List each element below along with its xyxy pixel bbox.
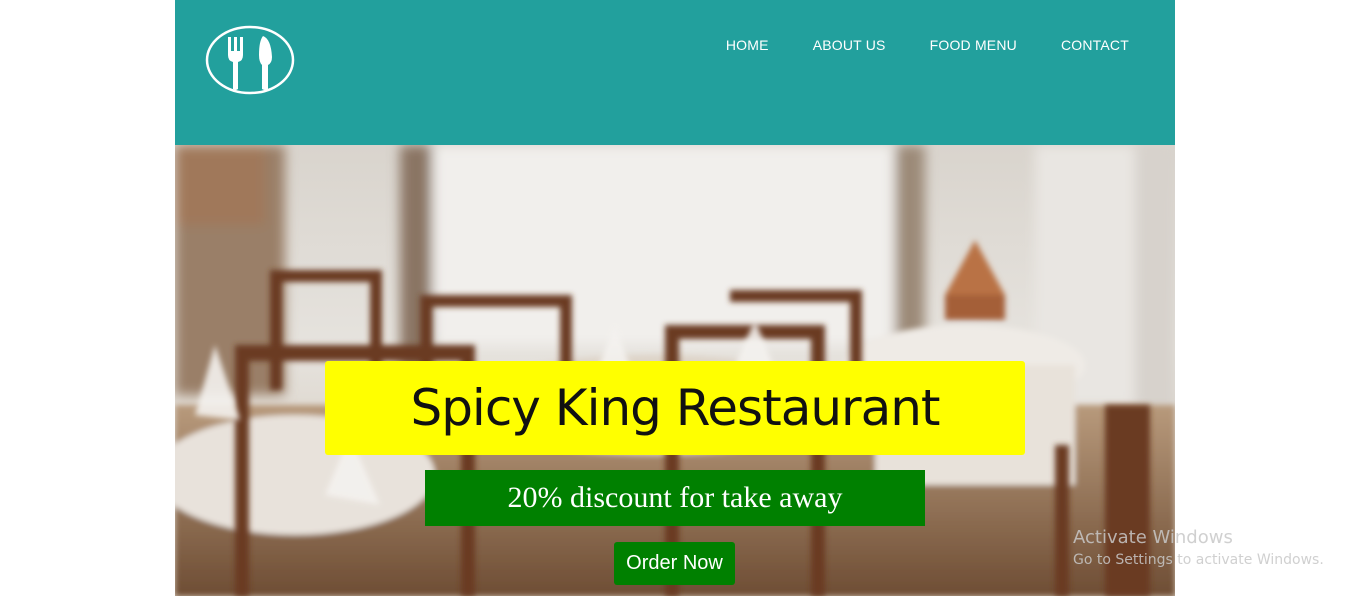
discount-banner: 20% discount for take away <box>425 470 925 526</box>
nav-about-us-link[interactable]: ABOUT US <box>813 37 886 53</box>
order-now-button[interactable]: Order Now <box>614 542 735 585</box>
site-header: HOME ABOUT US FOOD MENU CONTACT <box>175 0 1175 145</box>
hero-title-banner: Spicy King Restaurant <box>325 361 1025 455</box>
main-nav: HOME ABOUT US FOOD MENU CONTACT <box>726 37 1175 53</box>
nav-contact-link[interactable]: CONTACT <box>1061 37 1129 53</box>
nav-food-menu-link[interactable]: FOOD MENU <box>930 37 1017 53</box>
hero-title: Spicy King Restaurant <box>410 379 940 437</box>
fork-knife-icon[interactable] <box>205 25 295 95</box>
page: HOME ABOUT US FOOD MENU CONTACT Spicy Ki… <box>175 0 1175 596</box>
nav-home-link[interactable]: HOME <box>726 37 769 53</box>
hero-section: Spicy King Restaurant 20% discount for t… <box>175 145 1175 596</box>
discount-text: 20% discount for take away <box>507 481 843 514</box>
